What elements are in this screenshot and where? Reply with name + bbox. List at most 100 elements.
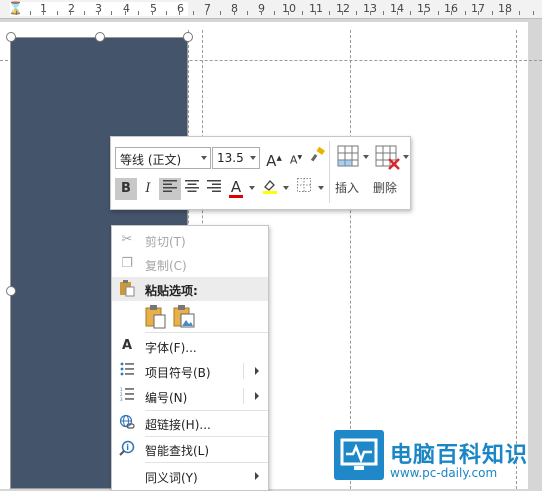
menu-item-label: 智能查找(L) <box>145 444 210 458</box>
copy-icon: ❐ <box>121 256 133 271</box>
menu-item-thesaurus[interactable]: 同义词(Y) <box>112 464 268 488</box>
insert-label: 插入 <box>335 181 360 195</box>
chevron-down-icon[interactable] <box>250 156 256 160</box>
paste-keep-format-icon <box>145 305 166 329</box>
ruler-number: 12 <box>336 2 350 15</box>
submenu-separator <box>243 388 244 404</box>
numbering-icon: 123 <box>118 387 136 405</box>
menu-item-font[interactable]: A 字体(F)... <box>112 334 268 358</box>
ruler-tick <box>274 11 275 15</box>
resize-handle-top-left[interactable] <box>6 32 16 42</box>
ruler-tick <box>410 11 411 15</box>
font-color-swatch <box>229 195 243 198</box>
align-right-button[interactable] <box>203 178 225 200</box>
menu-item-smart-lookup[interactable]: i 智能查找(L) <box>112 437 268 461</box>
ruler-tick <box>533 11 534 15</box>
ruler-tick <box>247 11 248 15</box>
insert-button[interactable]: 插入 <box>335 143 371 203</box>
font-size-value: 13.5 <box>217 151 244 165</box>
ruler-tick <box>98 11 99 15</box>
ruler-tick <box>84 11 85 15</box>
chevron-down-icon[interactable] <box>283 186 289 190</box>
highlight-icon <box>263 180 277 194</box>
grow-font-button[interactable]: A▲ <box>263 147 285 170</box>
horizontal-ruler[interactable]: ⌛ 1 2 3 4 5 6 7 8 9 10 11 12 13 14 15 16… <box>0 0 542 19</box>
menu-item-label: 字体(F)... <box>145 341 197 355</box>
menu-item-label: 编号(N) <box>145 391 188 405</box>
ruler-tick <box>492 11 493 15</box>
resize-handle-left[interactable] <box>6 286 16 296</box>
bold-button[interactable]: B <box>115 178 137 200</box>
ruler-number: 11 <box>309 2 323 15</box>
format-painter-button[interactable] <box>307 146 329 169</box>
align-right-icon <box>207 180 221 192</box>
menu-item-cut[interactable]: ✂ 剪切(T) <box>112 228 268 252</box>
ruler-tick <box>125 11 126 15</box>
ruler-tick <box>302 11 303 15</box>
resize-handle-top[interactable] <box>95 32 105 42</box>
ruler-tick <box>438 11 439 15</box>
chevron-down-icon[interactable] <box>403 155 409 159</box>
ruler-tick <box>111 11 112 15</box>
menu-item-copy[interactable]: ❐ 复制(C) <box>112 252 268 276</box>
font-color-button[interactable]: A <box>225 176 247 198</box>
menu-item-bullets[interactable]: 项目符号(B) <box>112 359 268 383</box>
highlight-button[interactable] <box>259 178 281 200</box>
ruler-tick <box>465 11 466 15</box>
font-icon: A <box>121 338 133 353</box>
chevron-down-icon[interactable] <box>249 186 255 190</box>
watermark-title: 电脑百科知识 <box>390 443 529 468</box>
ruler-tick <box>356 11 357 15</box>
menu-item-paste-options: 粘贴选项: <box>112 277 268 301</box>
margin-guide <box>350 30 351 489</box>
shrink-font-button[interactable]: A▼ <box>285 147 307 169</box>
toolbar-separator <box>329 141 330 203</box>
ruler-tick <box>193 11 194 15</box>
hyperlink-icon <box>118 414 136 432</box>
ruler-tick <box>383 11 384 15</box>
menu-separator <box>145 332 268 333</box>
font-name-combo[interactable]: 等线 (正文) <box>115 147 211 169</box>
borders-button[interactable] <box>293 178 315 200</box>
watermark-logo <box>334 430 384 480</box>
menu-item-numbering[interactable]: 123 编号(N) <box>112 384 268 408</box>
ruler-number: 18 <box>498 2 512 15</box>
align-center-button[interactable] <box>181 178 203 200</box>
paste-icon <box>118 280 136 298</box>
font-size-combo[interactable]: 13.5 <box>212 147 260 169</box>
paste-as-picture-button[interactable] <box>173 305 195 329</box>
bullets-icon <box>118 362 136 380</box>
submenu-separator <box>243 363 244 379</box>
delete-button[interactable]: 删除 <box>373 143 409 203</box>
chevron-down-icon[interactable] <box>318 186 324 190</box>
format-painter-icon <box>310 146 325 162</box>
svg-text:i: i <box>126 443 129 452</box>
ruler-tick <box>342 11 343 15</box>
menu-item-label: 超链接(H)... <box>145 418 211 432</box>
svg-text:3: 3 <box>120 397 123 401</box>
chevron-right-icon[interactable] <box>255 472 259 480</box>
delete-label: 删除 <box>373 181 398 195</box>
italic-button[interactable]: I <box>137 178 159 200</box>
ruler-tick <box>152 11 153 15</box>
chevron-right-icon[interactable] <box>255 367 259 375</box>
scissors-icon: ✂ <box>121 232 133 247</box>
ruler-tick <box>234 11 235 15</box>
chevron-right-icon[interactable] <box>255 392 259 400</box>
resize-handle-top-right[interactable] <box>183 32 193 42</box>
smart-lookup-icon: i <box>118 440 136 458</box>
ruler-tick <box>370 11 371 15</box>
context-menu: ✂ 剪切(T) ❐ 复制(C) 粘贴选项: A 字体(F)... 项目符号(B)… <box>111 225 269 491</box>
ruler-tick <box>166 11 167 15</box>
menu-item-hyperlink[interactable]: 超链接(H)... <box>112 411 268 435</box>
align-left-button[interactable] <box>159 178 181 200</box>
menu-item-label: 剪切(T) <box>145 235 186 249</box>
menu-item-label: 同义词(Y) <box>145 471 198 485</box>
paste-picture-icon <box>173 305 195 328</box>
chevron-down-icon[interactable] <box>201 156 207 160</box>
ruler-tick <box>397 11 398 15</box>
paste-keep-format-button[interactable] <box>145 305 167 329</box>
ruler-tick <box>288 11 289 15</box>
font-color-icon: A <box>230 178 242 196</box>
chevron-down-icon[interactable] <box>363 155 369 159</box>
